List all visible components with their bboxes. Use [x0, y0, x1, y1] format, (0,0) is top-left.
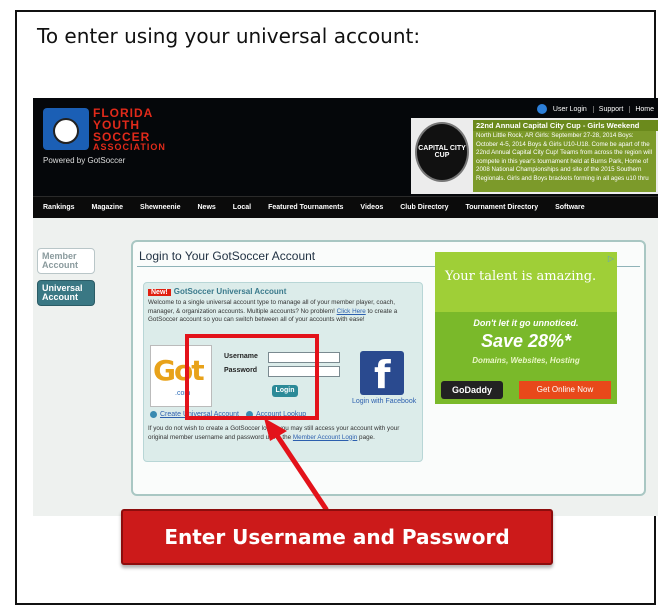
- sidebar-item-member-account[interactable]: Member Account: [37, 248, 95, 274]
- user-login-link[interactable]: User Login: [553, 106, 587, 113]
- capital-city-cup-logo: CAPITAL CITY CUP: [415, 122, 469, 182]
- user-icon: [536, 104, 547, 114]
- site-header: FLORIDA YOUTH SOCCER ASSOCIATION Powered…: [33, 98, 658, 218]
- logo-line: ASSOCIATION: [93, 142, 166, 152]
- arrow-circle-icon: [150, 411, 157, 418]
- page-title: Login to Your GotSoccer Account: [139, 249, 316, 263]
- account-sidebar: Member Account Universal Account: [37, 248, 95, 312]
- universal-box-title: GotSoccer Universal Account: [173, 287, 287, 296]
- nav-videos[interactable]: Videos: [360, 204, 383, 211]
- support-link[interactable]: Support: [592, 105, 623, 113]
- facebook-glyph: f: [374, 353, 391, 397]
- ad-line-3: Domains, Websites, Hosting: [472, 356, 580, 365]
- nav-news[interactable]: News: [198, 204, 216, 211]
- ad-line-1: Don't let it go unnoticed.: [473, 318, 579, 328]
- facebook-login-link[interactable]: Login with Facebook: [352, 398, 416, 405]
- nav-magazine[interactable]: Magazine: [92, 204, 124, 211]
- godaddy-ad[interactable]: Your talent is amazing. ▷ Don't let it g…: [435, 252, 617, 404]
- adchoices-icon[interactable]: ▷: [608, 254, 614, 263]
- nav-club-directory[interactable]: Club Directory: [400, 204, 448, 211]
- universal-box-heading: New! GotSoccer Universal Account: [148, 287, 286, 296]
- powered-by: Powered by GotSoccer: [43, 156, 126, 165]
- ad-line-2: Save 28%*: [480, 331, 572, 351]
- promo-body: North Little Rock, AR Girls: September 2…: [473, 131, 656, 192]
- callout-box: Enter Username and Password: [121, 509, 553, 565]
- alternative-login-tail: page.: [357, 433, 375, 441]
- promo-title[interactable]: 22nd Annual Capital City Cup - Girls Wee…: [473, 120, 658, 131]
- instruction-text: To enter using your universal account:: [37, 24, 421, 48]
- callout-text: Enter Username and Password: [164, 525, 510, 549]
- ad-middle: Don't let it go unnoticed. Save 28%* Dom…: [435, 312, 617, 378]
- promo-banner[interactable]: CAPITAL CITY CUP 22nd Annual Capital Cit…: [411, 118, 658, 194]
- nav-featured-tournaments[interactable]: Featured Tournaments: [268, 204, 343, 211]
- nav-tournament-directory[interactable]: Tournament Directory: [465, 204, 538, 211]
- nav-shewneenie[interactable]: Shewneenie: [140, 204, 180, 211]
- ad-headline: Your talent is amazing.: [445, 269, 597, 284]
- main-nav: Rankings Magazine Shewneenie News Local …: [33, 196, 658, 218]
- nav-rankings[interactable]: Rankings: [43, 204, 75, 211]
- website-screenshot: FLORIDA YOUTH SOCCER ASSOCIATION Powered…: [33, 98, 658, 516]
- click-here-link[interactable]: Click Here: [337, 308, 366, 315]
- facebook-icon[interactable]: f: [360, 351, 404, 397]
- member-account-login-link[interactable]: Member Account Login: [293, 434, 357, 441]
- home-link[interactable]: Home: [629, 105, 654, 113]
- new-badge: New!: [148, 289, 171, 296]
- welcome-text: Welcome to a single universal account ty…: [148, 299, 418, 325]
- highlight-box: [185, 334, 319, 420]
- nav-local[interactable]: Local: [233, 204, 251, 211]
- soccer-ball-icon: [43, 108, 89, 150]
- ad-top: Your talent is amazing.: [435, 252, 617, 312]
- get-online-now-button[interactable]: Get Online Now: [519, 381, 611, 399]
- top-links: User Login Support Home: [536, 102, 654, 116]
- godaddy-logo: GoDaddy: [441, 381, 503, 399]
- alternative-login-text: If you do not wish to create a GotSoccer…: [148, 425, 418, 442]
- ad-bottom: GoDaddy Get Online Now: [435, 378, 617, 404]
- sidebar-item-universal-account[interactable]: Universal Account: [37, 280, 95, 306]
- nav-software[interactable]: Software: [555, 204, 585, 211]
